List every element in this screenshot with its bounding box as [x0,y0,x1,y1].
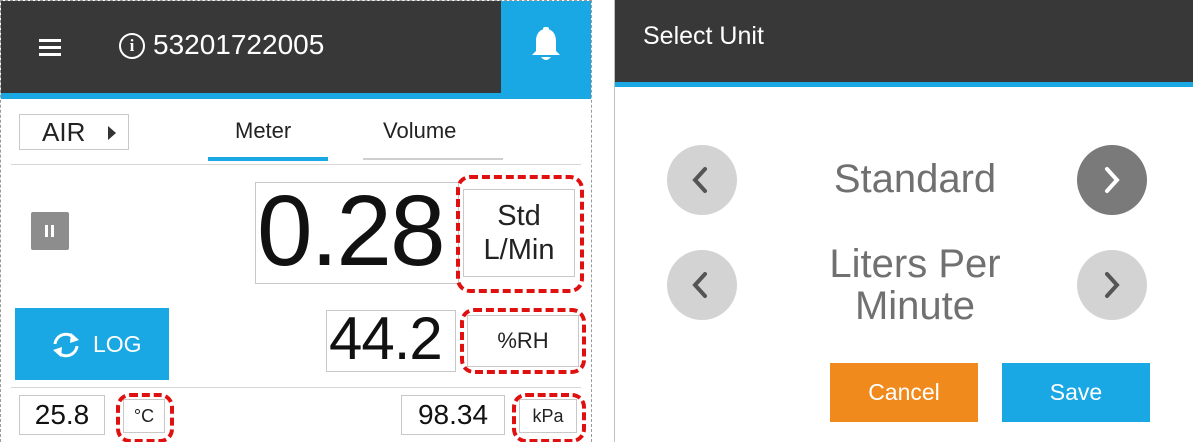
unit-next-button[interactable] [1077,250,1147,320]
save-button[interactable]: Save [1002,363,1150,422]
bell-icon [532,27,560,60]
temperature-unit-highlight [116,393,174,442]
device-id: 53201722005 [153,29,325,60]
tab-meter[interactable]: Meter [235,118,291,144]
humidity-value: 44.2 [329,305,443,372]
caret-right-icon [108,126,116,140]
unit-option-line2: Minute [854,284,976,328]
unit-option-line1: Liters Per [829,242,1001,286]
flow-unit-highlight [456,175,584,293]
pressure-unit-highlight [512,393,586,442]
divider [11,164,581,165]
tab-volume[interactable]: Volume [383,118,456,144]
gas-selector-label: AIR [42,117,86,147]
standard-next-button[interactable] [1077,145,1147,215]
log-button[interactable]: LOG [15,308,169,380]
standard-option-label: Standard [833,157,997,201]
chevron-left-icon [692,167,707,193]
cancel-button[interactable]: Cancel [830,363,978,422]
divider [11,387,581,388]
chevron-right-icon [1105,167,1120,193]
notification-button[interactable] [501,1,591,99]
temperature-value: 25.8 [19,395,105,435]
dialog-header: Select Unit [615,0,1193,82]
dialog-title: Select Unit [643,22,764,50]
pause-button[interactable] [31,212,69,250]
unit-prev-button[interactable] [667,250,737,320]
info-icon[interactable]: i [119,33,145,59]
gas-selector-button[interactable]: AIR [19,114,129,150]
pressure-value: 98.34 [401,395,505,435]
log-button-label: LOG [93,331,142,357]
dialog-accent-bar [615,82,1193,87]
standard-prev-button[interactable] [667,145,737,215]
hamburger-menu-icon[interactable] [39,39,61,57]
chevron-left-icon [692,272,707,298]
flow-value: 0.28 [257,175,446,287]
meter-screen: i 53201722005 AIR Meter Volume 0.28 Std … [0,0,592,442]
humidity-unit-highlight [460,308,586,374]
tab-volume-indicator [363,158,503,160]
refresh-icon [53,332,79,358]
unit-option-label: Liters Per Minute [765,243,1065,327]
select-unit-dialog: Select Unit Standard Liters Per Minute C… [614,0,1193,442]
tab-meter-indicator [208,157,328,161]
chevron-right-icon [1105,272,1120,298]
